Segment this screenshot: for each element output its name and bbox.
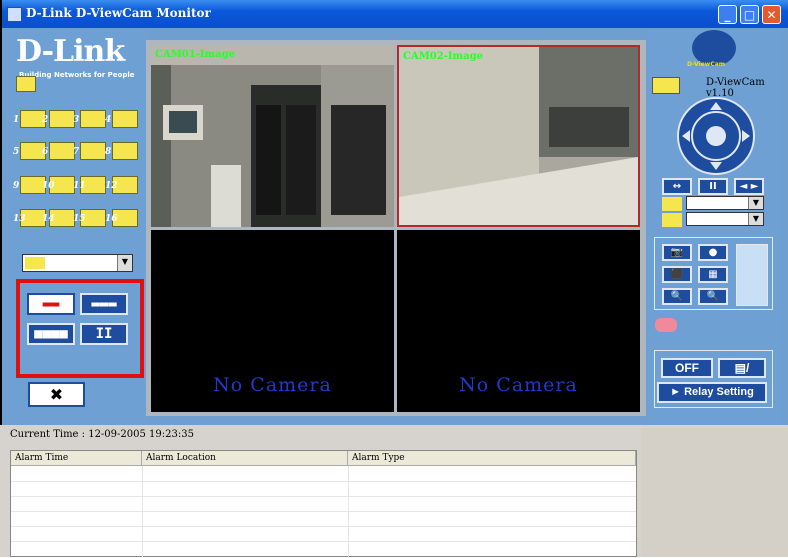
playback-button[interactable]: ⬛ — [662, 266, 692, 283]
chevron-down-icon[interactable]: ▼ — [117, 255, 132, 271]
relay-setting-button[interactable]: ► Relay Setting — [657, 382, 767, 403]
camera-number: 12 — [105, 181, 118, 191]
window-title: D-Link D-ViewCam Monitor — [26, 6, 211, 20]
zoom-out-button[interactable]: 🔍 — [662, 288, 692, 305]
camera-label: CAM01-Image — [155, 49, 235, 60]
chevron-down-icon[interactable]: ▼ — [748, 213, 763, 225]
camera-button-4[interactable]: 4 — [105, 110, 138, 128]
video-tile-1[interactable]: CAM01-Image — [151, 45, 394, 227]
minimize-button[interactable]: _ — [718, 5, 737, 24]
video-tile-4[interactable]: No Camera — [397, 230, 640, 412]
no-camera-text: No Camera — [213, 374, 332, 396]
column-divider — [142, 466, 143, 558]
video-tile-3[interactable]: No Camera — [151, 230, 394, 412]
pan-left-right-button[interactable]: ↔ — [662, 178, 692, 195]
zoom-in-button[interactable]: 🔍 — [698, 288, 728, 305]
camera-number: 15 — [73, 214, 86, 224]
camera-button-10[interactable]: 10 — [42, 176, 75, 194]
camera-button-15[interactable]: 15 — [73, 209, 106, 227]
camera-number: 11 — [73, 181, 86, 191]
camera-number: 2 — [42, 115, 49, 125]
io-button[interactable]: ▤/ — [718, 358, 766, 378]
column-divider — [348, 466, 349, 558]
row-divider — [11, 496, 636, 497]
ptz-control-pad[interactable] — [666, 96, 766, 176]
row-divider — [11, 541, 636, 542]
camera-button-14[interactable]: 14 — [42, 209, 75, 227]
maximize-button[interactable]: □ — [740, 5, 759, 24]
current-time: Current Time : 12-09-2005 19:23:35 — [10, 429, 194, 440]
title-bar: D-Link D-ViewCam Monitor _ □ ✕ — [0, 0, 788, 28]
camera-number: 5 — [13, 147, 20, 157]
camera-feed-1-image — [151, 45, 394, 227]
close-view-button[interactable]: ✖ — [28, 382, 85, 407]
patrol-icon — [662, 197, 682, 211]
ptz-pause-button[interactable]: II — [698, 178, 728, 195]
camera-button-3[interactable]: 3 — [73, 110, 106, 128]
settings-button[interactable]: ▦ — [698, 266, 728, 283]
speed-select[interactable]: ▼ — [686, 212, 764, 226]
column-header[interactable]: Alarm Type — [348, 451, 636, 466]
camera-button-6[interactable]: 6 — [42, 142, 75, 160]
layout-selector-box: ▬▬ ▬▬▬ ■■■■ II — [16, 279, 144, 378]
camera-number: 1 — [13, 115, 20, 125]
dlink-logo: D-Link — [16, 34, 125, 69]
preset-select[interactable]: ▼ — [686, 196, 764, 210]
dlink-tagline: Building Networks for People — [19, 71, 135, 79]
layout-2split-button[interactable]: ▬▬ — [27, 293, 75, 315]
camera-number: 6 — [42, 147, 49, 157]
camera-icon[interactable] — [652, 77, 680, 94]
row-divider — [11, 526, 636, 527]
tool-preview — [736, 244, 768, 306]
camera-number: 7 — [73, 147, 80, 157]
camera-feed-2-image — [399, 47, 638, 225]
step-arrows-button[interactable]: ◄ ► — [734, 178, 764, 195]
row-divider — [11, 511, 636, 512]
camera-number: 13 — [13, 214, 26, 224]
alarm-table: Alarm Time Alarm Location Alarm Type — [10, 450, 637, 558]
camera-number: 4 — [105, 115, 112, 125]
chevron-down-icon[interactable]: ▼ — [748, 197, 763, 209]
eraser-icon[interactable] — [655, 318, 677, 332]
app-icon — [7, 7, 22, 22]
camera-number: 16 — [105, 214, 118, 224]
camera-button-16[interactable]: 16 — [105, 209, 138, 227]
camera-number: 9 — [13, 181, 20, 191]
camera-button-7[interactable]: 7 — [73, 142, 106, 160]
camera-select[interactable]: ▼ — [22, 254, 133, 272]
snapshot-button[interactable]: 📷 — [662, 244, 692, 261]
layout-9split-button[interactable]: ■■■■ — [27, 323, 75, 345]
camera-number: 3 — [73, 115, 80, 125]
column-header[interactable]: Alarm Location — [142, 451, 348, 466]
layout-4split-button[interactable]: ▬▬▬ — [80, 293, 128, 315]
bottom-right-panel — [641, 428, 788, 557]
camera-label: CAM02-Image — [403, 51, 483, 62]
video-tile-2[interactable]: CAM02-Image — [397, 45, 640, 227]
camera-button-12[interactable]: 12 — [105, 176, 138, 194]
close-window-button[interactable]: ✕ — [762, 5, 781, 24]
camera-all-icon[interactable] — [16, 76, 36, 92]
d-viewcam-logo-text: D-ViewCam — [687, 61, 726, 68]
record-button[interactable]: ● — [698, 244, 728, 261]
camera-button-2[interactable]: 2 — [42, 110, 75, 128]
no-camera-text: No Camera — [459, 374, 578, 396]
relay-off-button[interactable]: OFF — [661, 358, 713, 378]
camera-button-11[interactable]: 11 — [73, 176, 106, 194]
camera-button-8[interactable]: 8 — [105, 142, 138, 160]
camera-icon — [662, 213, 682, 227]
camera-number: 8 — [105, 147, 112, 157]
column-header[interactable]: Alarm Time — [11, 451, 142, 466]
camera-number: 10 — [42, 181, 55, 191]
camera-number: 14 — [42, 214, 55, 224]
row-divider — [11, 481, 636, 482]
pause-button[interactable]: II — [80, 323, 128, 345]
camera-icon — [25, 257, 45, 269]
